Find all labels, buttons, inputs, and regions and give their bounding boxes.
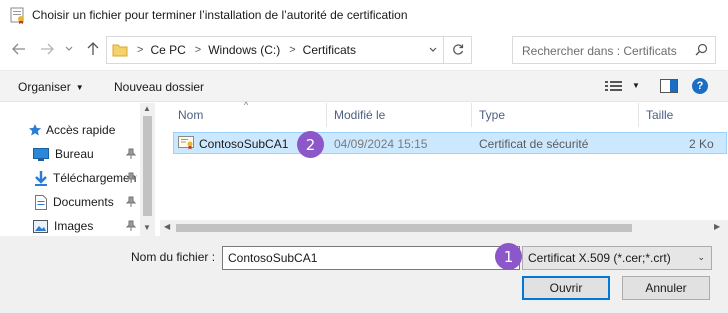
breadcrumb-item-this-pc[interactable]: Ce PC [150,43,185,57]
back-button[interactable] [9,38,29,60]
sidebar-item-label: Bureau [55,147,94,161]
navigation-bar: > Ce PC > Windows (C:) > Certificats Rec… [0,32,728,66]
chevron-down-icon: ⌄ [697,252,705,262]
pin-icon [126,172,136,183]
column-divider[interactable] [638,103,639,127]
chevron-down-icon [429,47,437,52]
refresh-icon [452,44,463,55]
pin-icon [126,196,136,207]
sidebar-item-label: Images [54,219,94,233]
file-size: 2 Ko [689,137,714,151]
column-header-type[interactable]: Type [479,103,505,127]
download-icon [35,170,47,186]
file-type-filter-value: Certificat X.509 (*.cer;*.crt) [528,251,671,265]
forward-button[interactable] [37,38,57,60]
search-placeholder: Rechercher dans : Certificats [522,44,677,58]
document-icon [35,194,47,210]
certificate-file-icon [178,136,194,150]
new-folder-button[interactable]: Nouveau dossier [114,80,204,94]
chevron-down-icon [65,46,73,51]
breadcrumb-item-drive-c[interactable]: Windows (C:) [208,43,280,57]
organize-button[interactable]: Organiser ▼ [18,80,84,94]
command-bar: Organiser ▼ Nouveau dossier ▼ ? [0,70,728,102]
file-type: Certificat de sécurité [479,137,589,151]
arrow-left-icon [12,43,25,55]
view-details-icon [605,81,622,91]
horizontal-scrollbar[interactable]: ◀ ▶ [160,220,728,236]
arrow-right-icon [41,43,54,55]
sidebar-scrollbar-thumb[interactable] [143,116,152,216]
sidebar-item-images[interactable]: Images [0,215,140,237]
file-type-filter-select[interactable]: Certificat X.509 (*.cer;*.crt) ⌄ [522,246,712,270]
file-modified: 04/09/2024 15:15 [334,137,428,151]
sidebar-item-quick-access[interactable]: Accès rapide [0,119,140,141]
up-button[interactable] [83,38,103,60]
open-button[interactable]: Ouvrir [522,276,610,300]
callout-badge-2: 2 [297,131,324,158]
filename-input[interactable] [222,246,520,270]
preview-pane-icon[interactable] [660,79,678,93]
recent-locations-button[interactable] [62,38,76,60]
sort-ascending-icon: ^ [244,100,249,110]
address-history-dropdown[interactable] [423,37,443,63]
column-header-modified[interactable]: Modifié le [334,103,385,127]
navigation-pane: Accès rapide Bureau Téléchargements Docu… [0,103,155,236]
folder-icon [112,44,128,57]
window-title: Choisir un fichier pour terminer l’insta… [32,8,408,22]
help-icon[interactable]: ? [692,78,708,94]
breadcrumb-separator: > [194,44,202,56]
desktop-icon [33,147,49,161]
breadcrumb-separator: > [137,44,144,56]
scroll-left-icon[interactable]: ◀ [164,222,170,231]
file-name: ContosoSubCA1 [199,137,289,151]
arrow-up-icon [87,42,99,55]
scroll-up-icon[interactable]: ▲ [143,104,151,113]
search-input[interactable]: Rechercher dans : Certificats [512,36,716,64]
organize-label: Organiser [18,80,71,94]
scroll-down-icon[interactable]: ▼ [143,223,151,232]
image-icon [33,219,48,233]
file-row-selected[interactable]: ContosoSubCA1 04/09/2024 15:15 Certifica… [173,132,727,154]
search-icon [695,43,708,56]
cancel-button[interactable]: Annuler [622,276,710,300]
sidebar-item-downloads[interactable]: Téléchargements [0,167,140,189]
column-header-size[interactable]: Taille [646,103,673,127]
title-bar: Choisir un fichier pour terminer l’insta… [0,0,728,30]
sidebar-scrollbar[interactable]: ▲ ▼ [140,103,155,236]
sidebar-item-documents[interactable]: Documents [0,191,140,213]
dialog-footer: Nom du fichier : Certificat X.509 (*.cer… [0,236,728,313]
sidebar-item-label: Téléchargements [53,171,137,185]
horizontal-scrollbar-thumb[interactable] [176,224,632,232]
refresh-button[interactable] [443,37,471,63]
column-divider[interactable] [471,103,472,127]
column-divider[interactable] [326,103,327,127]
pin-icon [126,220,136,231]
sidebar-item-desktop[interactable]: Bureau [0,143,140,165]
star-icon [29,124,41,136]
breadcrumb-item-certificats[interactable]: Certificats [303,43,356,57]
pin-icon [126,148,136,159]
column-header-name[interactable]: Nom [178,103,203,127]
scroll-right-icon[interactable]: ▶ [714,222,720,231]
sidebar-item-label: Accès rapide [46,123,116,137]
file-list: Nom ^ Modifié le Type Taille ContosoSubC… [160,100,728,236]
breadcrumb-separator: > [289,44,296,56]
address-bar[interactable]: > Ce PC > Windows (C:) > Certificats [106,36,472,64]
caret-down-icon[interactable]: ▼ [632,81,640,90]
caret-down-icon: ▼ [75,83,84,92]
callout-badge-1: 1 [495,243,522,270]
change-view-button[interactable] [605,80,623,92]
filename-label: Nom du fichier : [131,250,216,264]
certificate-app-icon [10,7,24,24]
sidebar-item-label: Documents [53,195,114,209]
